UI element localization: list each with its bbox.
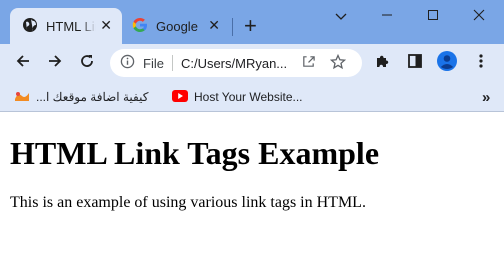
menu-button[interactable]: [470, 52, 492, 74]
arrow-left-icon: [15, 53, 31, 74]
bookmarks-overflow-button[interactable]: »: [482, 88, 490, 106]
google-logo-icon: [132, 17, 148, 36]
tab-search-button[interactable]: [318, 0, 364, 34]
bookmarks-bar: كيفية اضافة موقعك ا... Host Your Website…: [0, 82, 504, 112]
youtube-icon: [172, 89, 188, 105]
bookmark-label: Host Your Website...: [194, 90, 303, 104]
maximize-icon: [427, 8, 439, 26]
close-window-button[interactable]: [456, 0, 502, 34]
back-button[interactable]: [12, 52, 34, 74]
scheme-label: File: [143, 55, 164, 71]
reload-icon: [79, 53, 95, 74]
page-paragraph: This is an example of using various link…: [10, 194, 366, 211]
side-panel-button[interactable]: [404, 52, 426, 74]
tab-html-link-tags[interactable]: HTML Link Tags Example ✕: [10, 8, 122, 44]
close-icon: [473, 8, 485, 26]
forward-button[interactable]: [44, 52, 66, 74]
extensions-button[interactable]: [372, 52, 394, 74]
bookmark-item[interactable]: كيفية اضافة موقعك ا...: [14, 88, 148, 106]
minimize-icon: [381, 8, 393, 26]
tab-google[interactable]: Google ✕: [124, 8, 230, 44]
reload-button[interactable]: [76, 52, 98, 74]
bookmark-item[interactable]: Host Your Website...: [172, 88, 303, 106]
minimize-button[interactable]: [364, 0, 410, 34]
bookmark-favicon-icon: [14, 90, 30, 105]
share-icon[interactable]: [301, 54, 316, 72]
tab-title: Google: [156, 18, 198, 34]
tab-close-icon[interactable]: ✕: [208, 17, 220, 34]
url-text[interactable]: C:/Users/MRyan...: [181, 56, 291, 71]
bookmark-star-icon[interactable]: [329, 53, 347, 73]
page-content: HTML Link Tags Example This is an exampl…: [0, 113, 504, 260]
tab-close-icon[interactable]: ✕: [100, 17, 112, 34]
more-vertical-icon: [478, 53, 484, 74]
avatar: [436, 50, 458, 77]
globe-icon: [22, 17, 38, 36]
browser-toolbar: File C:/Users/MRyan...: [0, 44, 504, 82]
puzzle-icon: [375, 53, 391, 74]
tab-strip: HTML Link Tags Example ✕ Google ✕ +: [0, 0, 504, 44]
tab-title: HTML Link Tags Example: [46, 18, 96, 34]
arrow-right-icon: [47, 53, 63, 74]
bookmark-label: كيفية اضافة موقعك ا...: [36, 90, 149, 104]
new-tab-button[interactable]: +: [244, 14, 257, 38]
address-bar[interactable]: File C:/Users/MRyan...: [110, 49, 362, 77]
tab-divider: [232, 18, 233, 36]
info-icon[interactable]: [120, 54, 135, 72]
chevron-down-icon: [335, 8, 347, 26]
omnibox-divider: [171, 55, 173, 71]
page-heading: HTML Link Tags Example: [10, 135, 380, 171]
side-panel-icon: [407, 53, 423, 74]
maximize-button[interactable]: [410, 0, 456, 34]
profile-button[interactable]: [436, 50, 458, 77]
